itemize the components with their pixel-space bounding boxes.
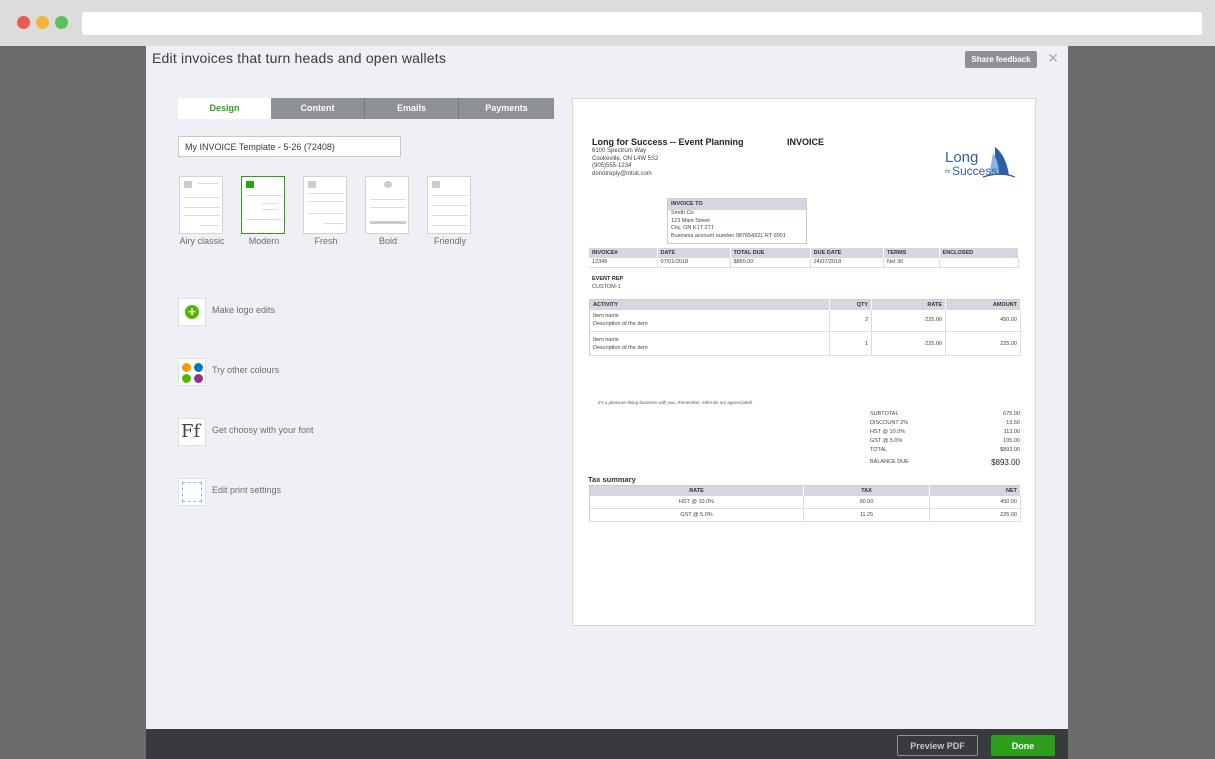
address-bar[interactable] (82, 12, 1202, 35)
company-logo: Long for Success (945, 147, 1016, 178)
logo-text-for: for (945, 169, 951, 175)
tab-design[interactable]: Design (178, 98, 271, 119)
editor-tabs: Design Content Emails Payments (178, 98, 554, 119)
bill-to-box: INVOICE TO Smith Co. 123 Main Street Cit… (667, 198, 807, 244)
template-name-input[interactable] (178, 136, 401, 157)
style-airy-classic[interactable]: Airy classic (179, 176, 225, 246)
share-feedback-button[interactable]: Share feedback (965, 51, 1037, 68)
style-thumbnail (427, 176, 471, 234)
totals-block: SUBTOTAL 675.00 DISCOUNT 2% -13.50 HST @ 1… (870, 411, 1020, 467)
done-button[interactable]: Done (991, 735, 1055, 756)
preview-pdf-button[interactable]: Preview PDF (897, 735, 978, 756)
logo-text-success: Success (952, 164, 997, 178)
close-window-icon[interactable] (17, 16, 30, 29)
style-label: Airy classic (179, 236, 225, 246)
event-rep: EVENT REP CUSTOM-1 (592, 276, 624, 290)
business-name: Long for Success -- Event Planning (592, 137, 744, 147)
table-row: Item name Description of the item 1 225.… (589, 331, 1021, 356)
tax-summary-table: RATE TAX NET HST @ 10.0% 90.00 450.00 GS… (589, 485, 1021, 522)
minimize-window-icon[interactable] (36, 16, 49, 29)
close-icon[interactable]: ✕ (1046, 51, 1060, 65)
invoice-meta-table: INVOICE# DATE TOTAL DUE DUE DATE TERMS E… (589, 248, 1020, 268)
tax-summary-title: Tax summary (588, 475, 636, 484)
style-label: Bold (378, 236, 397, 246)
style-thumbnail (365, 176, 409, 234)
modal-footer: Preview PDF Done (146, 729, 1068, 759)
style-thumbnail (179, 176, 223, 234)
table-row: HST @ 10.0% 90.00 450.00 (589, 495, 1021, 509)
invoice-preview: Long for Success -- Event Planning INVOI… (572, 98, 1036, 626)
business-address: 6100 Spectrum Way Cookeville, ON L4W 5S2… (592, 148, 659, 177)
style-bold[interactable]: Bold (365, 176, 411, 246)
table-row: GST @ 5.0% 11.25 225.00 (589, 508, 1021, 522)
make-logo-edits-option[interactable]: + Make logo edits (178, 298, 398, 326)
font-icon: Ff (178, 418, 206, 446)
style-picker: Airy classic Modern Fresh Bold Friendly (179, 176, 479, 248)
tab-payments[interactable]: Payments (459, 98, 554, 119)
line-items-table: ACTIVITY QTY RATE AMOUNT Item name Descr… (589, 299, 1021, 356)
print-settings-option[interactable]: Edit print settings (178, 478, 398, 506)
thank-you-note: It's a pleasure doing business with you.… (598, 400, 753, 405)
style-thumbnail (303, 176, 347, 234)
style-modern[interactable]: Modern (241, 176, 287, 246)
tab-content[interactable]: Content (271, 98, 365, 119)
palette-icon (178, 358, 206, 386)
style-friendly[interactable]: Friendly (427, 176, 473, 246)
option-label: Try other colours (212, 365, 280, 375)
try-other-colours-option[interactable]: Try other colours (178, 358, 398, 386)
option-label: Make logo edits (212, 305, 276, 315)
option-label: Get choosy with your font (212, 425, 314, 435)
browser-chrome (0, 0, 1215, 46)
invoice-editor-modal: Edit invoices that turn heads and open w… (146, 46, 1068, 729)
print-settings-icon (178, 478, 206, 506)
plus-circle-icon: + (178, 298, 206, 326)
font-option[interactable]: Ff Get choosy with your font (178, 418, 398, 446)
option-label: Edit print settings (212, 485, 282, 495)
maximize-window-icon[interactable] (55, 16, 68, 29)
modal-title: Edit invoices that turn heads and open w… (152, 50, 447, 66)
style-fresh[interactable]: Fresh (303, 176, 349, 246)
tab-emails[interactable]: Emails (365, 98, 459, 119)
style-label: Fresh (314, 236, 338, 246)
style-label: Modern (248, 236, 280, 246)
invoice-title: INVOICE (787, 137, 825, 147)
table-row: Item name Description of the item 2 225.… (589, 309, 1021, 332)
style-thumbnail (241, 176, 285, 234)
style-label: Friendly (433, 236, 466, 246)
